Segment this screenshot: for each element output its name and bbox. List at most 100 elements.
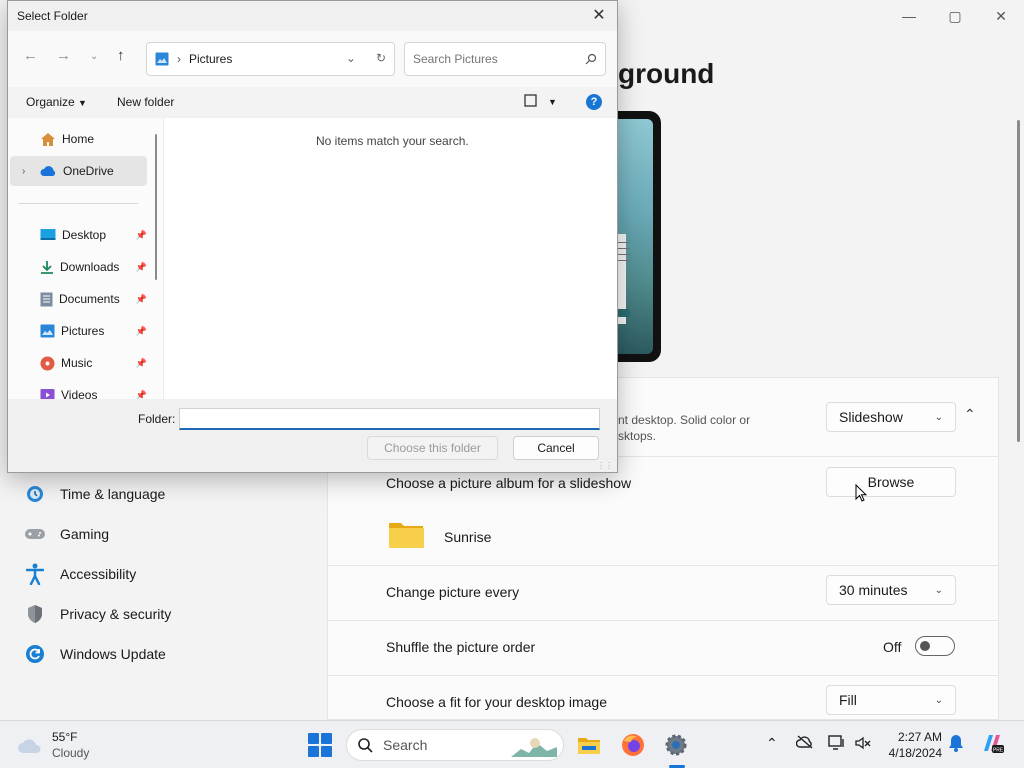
weather-condition: Cloudy xyxy=(52,746,90,760)
minimize-button[interactable]: — xyxy=(886,0,932,32)
onedrive-offline-icon[interactable] xyxy=(795,735,814,752)
select-folder-dialog: Select Folder ✕ ← → ⌄ ↑ › Pictures ⌄ ↻ S… xyxy=(7,0,618,473)
fit-label: Choose a fit for your desktop image xyxy=(386,694,608,710)
settings-scrollbar[interactable] xyxy=(1017,120,1020,442)
pin-icon[interactable]: 📌 xyxy=(136,230,147,241)
resize-grip-icon[interactable]: ⋮⋮ xyxy=(597,461,613,470)
chevron-down-icon[interactable]: ⌄ xyxy=(346,51,356,65)
copilot-icon[interactable]: PRE xyxy=(980,731,1004,758)
nav-pane-scrollbar[interactable] xyxy=(155,134,157,280)
navigation-pane: Home › OneDrive Desktop 📌 Downloads 📌 Do… xyxy=(8,118,164,399)
dropdown-value: Fill xyxy=(839,692,857,708)
search-placeholder: Search Pictures xyxy=(413,52,498,66)
nav-pane-downloads[interactable]: Downloads 📌 xyxy=(10,252,147,282)
pin-icon[interactable]: 📌 xyxy=(136,262,147,273)
pin-icon[interactable]: 📌 xyxy=(136,358,147,369)
pictures-icon xyxy=(40,324,55,338)
back-arrow-icon[interactable]: ← xyxy=(23,47,38,64)
chevron-down-icon: ▼ xyxy=(78,98,87,108)
nav-pane-label: OneDrive xyxy=(63,164,114,178)
expand-chevron-icon[interactable]: › xyxy=(22,166,25,177)
nav-item-time-language[interactable]: Time & language xyxy=(20,474,320,514)
nav-item-windows-update[interactable]: Windows Update xyxy=(20,634,320,674)
settings-gear-icon[interactable] xyxy=(662,731,690,759)
close-icon[interactable]: ✕ xyxy=(589,5,609,25)
dropdown-value: Slideshow xyxy=(839,409,903,425)
folder-input[interactable] xyxy=(179,408,600,430)
taskbar-search[interactable]: Search xyxy=(346,729,564,761)
document-icon xyxy=(40,292,53,306)
preview-lines xyxy=(616,242,630,266)
nav-pane-home[interactable]: Home xyxy=(10,124,147,154)
nav-item-privacy[interactable]: Privacy & security xyxy=(20,594,320,634)
organize-button[interactable]: Organize ▼ xyxy=(26,95,87,109)
nav-pane-label: Pictures xyxy=(61,324,105,338)
nav-pane-music[interactable]: Music 📌 xyxy=(10,348,147,378)
background-desc-line2: sktops. xyxy=(618,429,657,443)
display-icon[interactable] xyxy=(828,735,846,754)
choose-folder-button[interactable]: Choose this folder xyxy=(367,436,498,460)
nav-pane-onedrive[interactable]: › OneDrive xyxy=(10,156,147,186)
fit-dropdown[interactable]: Fill ⌄ xyxy=(826,685,956,715)
cloud-icon xyxy=(40,166,56,176)
view-icon[interactable] xyxy=(524,94,537,110)
maximize-button[interactable]: ▢ xyxy=(932,0,978,32)
nav-label: Time & language xyxy=(60,486,166,502)
shield-icon xyxy=(24,603,46,625)
nav-pane-documents[interactable]: Documents 📌 xyxy=(10,284,147,314)
address-field[interactable]: › Pictures ⌄ ↻ xyxy=(146,42,395,76)
help-icon[interactable]: ? xyxy=(586,94,602,110)
temperature: 55°F xyxy=(52,730,78,744)
recent-chevron-icon[interactable]: ⌄ xyxy=(90,51,98,62)
nav-item-gaming[interactable]: Gaming xyxy=(20,514,320,554)
cloud-weather-icon xyxy=(18,739,41,753)
chevron-up-icon[interactable]: ⌃ xyxy=(766,735,778,752)
nav-pane-label: Music xyxy=(61,356,93,370)
change-interval-card: Change picture every 30 minutes ⌄ xyxy=(327,566,999,621)
network-volume-icon[interactable] xyxy=(854,735,872,754)
pin-icon[interactable]: 📌 xyxy=(136,326,147,337)
browse-button[interactable]: Browse xyxy=(826,467,956,497)
change-interval-dropdown[interactable]: 30 minutes ⌄ xyxy=(826,575,956,605)
toggle-knob xyxy=(920,641,930,651)
nav-pane-label: Desktop xyxy=(62,228,107,242)
refresh-icon[interactable]: ↻ xyxy=(376,51,386,65)
settings-nav: Time & language Gaming Accessibility Pri… xyxy=(20,474,320,674)
nav-pane-videos[interactable]: Videos 📌 xyxy=(10,380,147,399)
search-input[interactable]: Search Pictures xyxy=(404,42,606,76)
weather-widget[interactable]: 55°F Cloudy xyxy=(16,729,89,761)
album-folder-name: Sunrise xyxy=(444,529,492,545)
nav-pane-desktop[interactable]: Desktop 📌 xyxy=(10,220,147,250)
new-folder-button[interactable]: New folder xyxy=(117,95,174,109)
empty-results-message: No items match your search. xyxy=(316,134,469,148)
view-chevron-icon[interactable]: ▼ xyxy=(548,97,557,107)
dialog-toolbar: Organize ▼ New folder ▼ ? xyxy=(8,87,617,117)
close-window-button[interactable]: ✕ xyxy=(978,0,1024,32)
desktop-icon xyxy=(40,229,56,240)
video-icon xyxy=(40,389,55,399)
refresh-icon xyxy=(24,643,46,665)
pin-icon[interactable]: 📌 xyxy=(136,390,147,400)
weather-text: 55°F Cloudy xyxy=(52,729,89,761)
firefox-icon[interactable] xyxy=(619,731,647,759)
dropdown-value: 30 minutes xyxy=(839,582,908,598)
pictures-icon xyxy=(155,52,169,66)
cancel-button[interactable]: Cancel xyxy=(513,436,599,460)
chevron-up-icon[interactable]: ⌃ xyxy=(964,406,976,423)
nav-item-accessibility[interactable]: Accessibility xyxy=(20,554,320,594)
nav-label: Privacy & security xyxy=(60,606,172,622)
system-clock[interactable]: 2:27 AM 4/18/2024 xyxy=(880,729,942,761)
forward-arrow-icon[interactable]: → xyxy=(56,47,71,64)
up-arrow-icon[interactable]: ↑ xyxy=(117,47,125,64)
nav-pane-pictures[interactable]: Pictures 📌 xyxy=(10,316,147,346)
pin-icon[interactable]: 📌 xyxy=(136,294,147,305)
background-type-dropdown[interactable]: Slideshow ⌄ xyxy=(826,402,956,432)
start-button[interactable] xyxy=(308,733,332,757)
file-explorer-icon[interactable] xyxy=(575,731,603,759)
taskbar-search-label: Search xyxy=(383,737,428,753)
chevron-down-icon: ⌄ xyxy=(934,584,943,596)
start-tile xyxy=(321,746,332,757)
shuffle-toggle[interactable] xyxy=(915,636,955,656)
bell-icon[interactable] xyxy=(948,734,964,755)
svg-text:PRE: PRE xyxy=(993,748,1004,754)
